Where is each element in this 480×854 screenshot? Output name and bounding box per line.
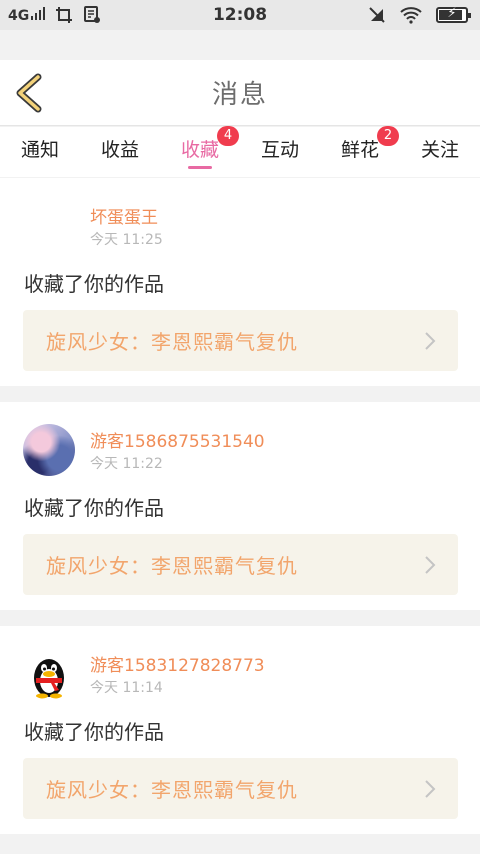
message-time: 今天 11:22 [90,456,163,472]
work-link[interactable]: 旋风少女：李恩熙霸气复仇 [23,534,458,595]
tab-earnings[interactable]: 收益 [97,135,143,175]
penguin-icon [23,648,75,700]
battery-icon: ⚡ [436,6,471,23]
chevron-right-icon [425,556,436,574]
anime-avatar[interactable] [23,424,75,476]
work-link[interactable]: 旋风少女：李恩熙霸气复仇 [23,310,458,371]
header: 消息 [0,60,480,126]
qq-penguin-avatar[interactable] [23,648,75,700]
tab-notifications[interactable]: 通知 [17,135,63,175]
message-card: 游客1586875531540 今天 11:22 收藏了你的作品 旋风少女：李恩… [0,402,480,610]
tab-label: 收益 [100,139,139,161]
tab-favorites[interactable]: 收藏 4 [177,126,239,175]
sim-icon [84,6,101,23]
tab-bar: 通知 收益 收藏 4 互动 鲜花 2 关注 [0,126,480,177]
network-type: 4G [8,8,30,24]
message-time: 今天 11:25 [90,232,163,248]
message-card: 游客1583127828773 今天 11:14 收藏了你的作品 旋风少女：李恩… [0,626,480,834]
status-left: 4G [8,6,101,24]
tab-label: 互动 [260,139,299,161]
tab-badge: 4 [217,126,239,146]
user-name[interactable]: 坏蛋蛋王 [90,203,158,228]
screenshot-icon [56,7,73,23]
tab-flowers[interactable]: 鲜花 2 [337,126,399,175]
chevron-right-icon [425,780,436,798]
tab-label: 关注 [420,139,459,161]
status-bar: 4G 12:08 ⚡ [0,0,480,30]
user-name[interactable]: 游客1583127828773 [90,651,265,676]
tab-interactions[interactable]: 互动 [257,135,303,175]
page-title: 消息 [211,80,268,110]
work-title: 旋风少女：李恩熙霸气复仇 [46,554,298,578]
user-name[interactable]: 游客1586875531540 [90,427,265,452]
network-indicator: 4G [8,6,46,24]
work-title: 旋风少女：李恩熙霸气复仇 [46,330,298,354]
signal-icon [31,6,46,20]
chevron-right-icon [425,332,436,350]
chevron-left-icon[interactable] [12,73,52,113]
message-card: 坏蛋蛋王 今天 11:25 收藏了你的作品 旋风少女：李恩熙霸气复仇 [0,178,480,386]
message-action: 收藏了你的作品 [24,496,164,520]
status-right: ⚡ [368,6,471,24]
tab-following[interactable]: 关注 [417,135,463,175]
tab-label: 鲜花 [340,139,379,161]
tab-label: 收藏 [180,139,219,161]
mute-icon [369,7,385,23]
work-link[interactable]: 旋风少女：李恩熙霸气复仇 [23,758,458,819]
message-time: 今天 11:14 [90,680,163,696]
tab-label: 通知 [20,139,59,161]
tab-badge: 2 [377,126,399,146]
message-action: 收藏了你的作品 [24,272,164,296]
message-action: 收藏了你的作品 [24,720,164,744]
charging-bolt-icon: ⚡ [447,6,457,21]
wifi-icon [400,7,422,24]
work-title: 旋风少女：李恩熙霸气复仇 [46,778,298,802]
